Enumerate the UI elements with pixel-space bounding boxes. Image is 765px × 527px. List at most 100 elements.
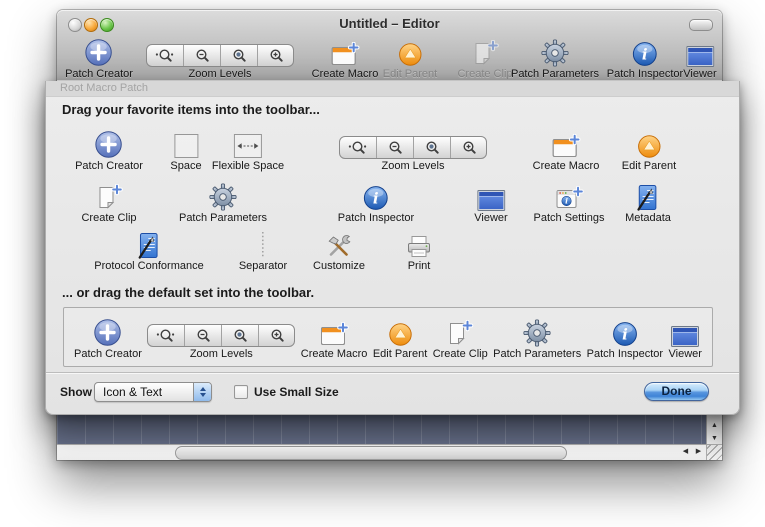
space-icon (173, 125, 199, 159)
item-label: Separator (239, 260, 287, 272)
palette-item-patch-parameters[interactable]: Patch Parameters (179, 177, 267, 224)
toolbar-item-patch-creator[interactable]: Patch Creator (65, 40, 133, 80)
patch-inspector-icon: i (612, 315, 638, 347)
item-label: Patch Settings (534, 212, 605, 224)
item-label: Create Clip (457, 68, 512, 80)
flexible-space-icon (233, 125, 263, 159)
scroll-up-arrow-icon[interactable] (707, 419, 722, 432)
show-mode-value: Icon & Text (103, 385, 162, 399)
item-label: Edit Parent (373, 348, 427, 360)
palette-item-patch-settings[interactable]: i Patch Settings (534, 177, 605, 224)
toolbar-item-patch-inspector[interactable]: i Patch Inspector (607, 40, 683, 80)
item-label: Zoom Levels (190, 348, 253, 360)
toolbar-item-patch-parameters[interactable]: Patch Parameters (511, 40, 599, 80)
create-macro-icon (551, 125, 580, 159)
create-macro-icon (330, 40, 359, 67)
default-set-item-viewer[interactable]: Viewer (669, 315, 702, 360)
item-label: Patch Parameters (179, 212, 267, 224)
item-label: Patch Inspector (338, 212, 414, 224)
zoom-levels-icon (147, 315, 295, 347)
create-macro-icon (320, 315, 349, 347)
item-label: Edit Parent (622, 160, 676, 172)
palette-item-protocol-conformance[interactable]: Protocol Conformance (94, 225, 203, 272)
sheet-footer: Show Icon & Text Use Small Size Done (46, 372, 739, 414)
item-label: Viewer (683, 68, 716, 80)
default-set-item-create-clip[interactable]: Create Clip (433, 315, 488, 360)
item-label: Patch Inspector (587, 348, 663, 360)
palette-item-create-macro[interactable]: Create Macro (533, 125, 600, 172)
palette-item-viewer[interactable]: Viewer (474, 177, 507, 224)
resize-grip[interactable] (706, 444, 722, 460)
svg-text:i: i (642, 46, 648, 64)
item-label: Patch Creator (65, 68, 133, 80)
item-label: Patch Inspector (607, 68, 683, 80)
palette-item-space[interactable]: Space (170, 125, 201, 172)
window-title: Untitled – Editor (57, 10, 722, 38)
use-small-size-checkbox[interactable] (234, 385, 248, 399)
horizontal-scroll-thumb[interactable] (175, 446, 567, 460)
toolbar-item-create-macro[interactable]: Create Macro (312, 40, 379, 80)
item-label: Edit Parent (383, 68, 437, 80)
separator-icon (260, 225, 266, 259)
main-toolbar: Patch Creator Zoom Levels Create Macro E… (57, 38, 722, 80)
toolbar-item-edit-parent[interactable]: Edit Parent (383, 40, 437, 80)
item-label: Create Macro (301, 348, 368, 360)
done-button[interactable]: Done (644, 382, 709, 401)
item-label: Space (170, 160, 201, 172)
default-set-item-patch-inspector[interactable]: i Patch Inspector (587, 315, 663, 360)
default-set-item-edit-parent[interactable]: Edit Parent (373, 315, 427, 360)
default-set-item-patch-parameters[interactable]: Patch Parameters (493, 315, 581, 360)
scroll-right-arrow-icon[interactable] (692, 445, 705, 460)
customize-icon (325, 225, 353, 259)
title-bar[interactable]: Untitled – Editor (57, 10, 722, 38)
patch-creator-icon (93, 315, 122, 347)
default-set-instruction: ... or drag the default set into the too… (62, 285, 314, 300)
horizontal-scrollbar[interactable] (57, 444, 707, 460)
toolbar-item-create-clip[interactable]: Create Clip (457, 40, 512, 80)
palette-item-edit-parent[interactable]: Edit Parent (622, 125, 676, 172)
palette-item-metadata[interactable]: Metadata (625, 177, 671, 224)
toolbar-item-viewer[interactable]: Viewer (683, 40, 716, 80)
item-label: Create Clip (81, 212, 136, 224)
item-label: Viewer (669, 348, 702, 360)
item-label: Zoom Levels (189, 68, 252, 80)
item-label: Patch Parameters (493, 348, 581, 360)
zoom-levels-icon (146, 40, 294, 67)
palette-item-create-clip[interactable]: Create Clip (81, 177, 136, 224)
palette-item-print[interactable]: Print (406, 225, 432, 272)
viewer-icon (671, 315, 699, 347)
item-label: Patch Creator (74, 348, 142, 360)
item-label: Customize (313, 260, 365, 272)
palette-item-flexible-space[interactable]: Flexible Space (212, 125, 284, 172)
customize-toolbar-sheet: Root Macro Patch Drag your favorite item… (45, 81, 740, 415)
palette-item-separator[interactable]: Separator (239, 225, 287, 272)
item-label: Zoom Levels (382, 160, 445, 172)
window-chrome: Untitled – Editor Patch Creator Zoom Lev… (57, 10, 722, 81)
patch-parameters-icon (523, 315, 551, 347)
palette-item-zoom-levels[interactable]: Zoom Levels (339, 125, 487, 172)
create-clip-icon (471, 40, 499, 67)
palette-item-patch-inspector[interactable]: i Patch Inspector (338, 177, 414, 224)
default-set-item-zoom-levels[interactable]: Zoom Levels (147, 315, 295, 360)
default-set-item-create-macro[interactable]: Create Macro (301, 315, 368, 360)
patch-creator-icon (85, 40, 114, 67)
default-toolbar-set[interactable]: Patch Creator Zoom Levels Create Macro E… (63, 307, 713, 367)
edit-parent-icon (388, 315, 413, 347)
toolbar-toggle-capsule[interactable] (689, 19, 713, 31)
item-label: Patch Creator (75, 160, 143, 172)
default-set-item-patch-creator[interactable]: Patch Creator (74, 315, 142, 360)
palette-item-patch-creator[interactable]: Patch Creator (75, 125, 143, 172)
create-clip-icon (95, 177, 123, 211)
item-label: Patch Parameters (511, 68, 599, 80)
edit-parent-icon (397, 40, 422, 67)
print-icon (406, 225, 432, 259)
toolbar-item-zoom-levels[interactable]: Zoom Levels (146, 40, 294, 80)
popup-arrows-icon (193, 383, 211, 401)
zoom-levels-icon (339, 125, 487, 159)
palette-item-customize[interactable]: Customize (313, 225, 365, 272)
item-label: Create Clip (433, 348, 488, 360)
show-mode-popup[interactable]: Icon & Text (94, 382, 212, 402)
create-clip-icon (446, 315, 474, 347)
svg-text:i: i (565, 197, 568, 206)
scroll-left-arrow-icon[interactable] (679, 445, 692, 460)
